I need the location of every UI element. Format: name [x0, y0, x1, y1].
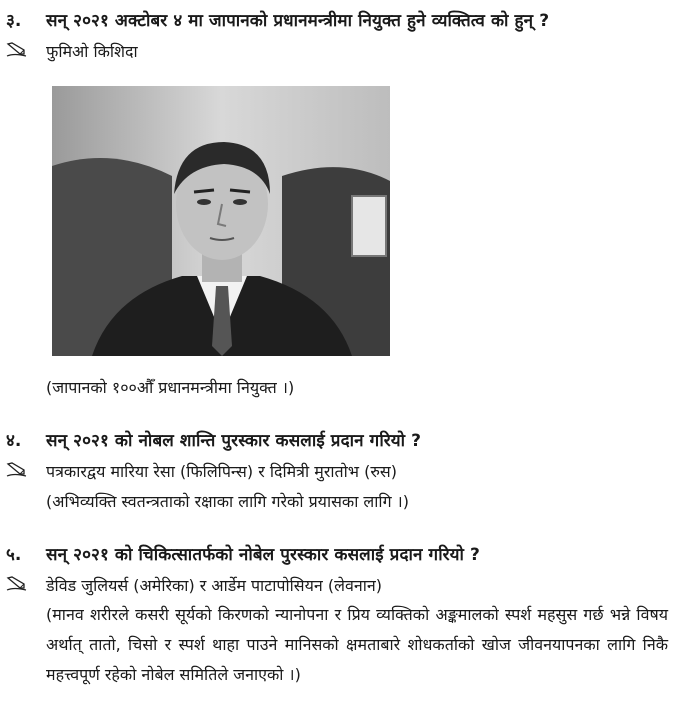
portrait-photo: [52, 86, 390, 356]
question-number-4: ४.: [6, 431, 22, 451]
question-number-3: ३.: [6, 11, 22, 31]
portrait-image: [52, 86, 390, 356]
question-number-5: ५.: [6, 545, 22, 565]
pencil-icon: [6, 462, 27, 477]
answer-5: डेविड जुलियर्स (अमेरिका) र आर्डेम पाटापो…: [46, 576, 382, 595]
question-text-4: सन् २०२१ को नोबल शान्ति पुरस्कार कसलाई प…: [46, 431, 422, 451]
note-3: (जापानको १००औँ प्रधानमन्त्रीमा नियुक्त ।…: [46, 378, 295, 397]
pencil-icon: [6, 42, 27, 57]
answer-4: पत्रकारद्वय मारिया रेसा (फिलिपिन्स) र दि…: [46, 462, 397, 481]
note-4: (अभिव्यक्ति स्वतन्त्रताको रक्षाका लागि ग…: [46, 492, 409, 511]
note-5: (मानव शरीरले कसरी सूर्यको किरणको न्यानोप…: [46, 605, 668, 684]
question-text-5: सन् २०२१ को चिकित्सातर्फको नोबेल पुरस्का…: [46, 545, 480, 565]
question-text-3: सन् २०२१ अक्टोबर ४ मा जापानको प्रधानमन्त…: [46, 11, 550, 31]
answer-3: फुमिओ किशिदा: [46, 42, 138, 61]
pencil-icon: [6, 576, 27, 591]
